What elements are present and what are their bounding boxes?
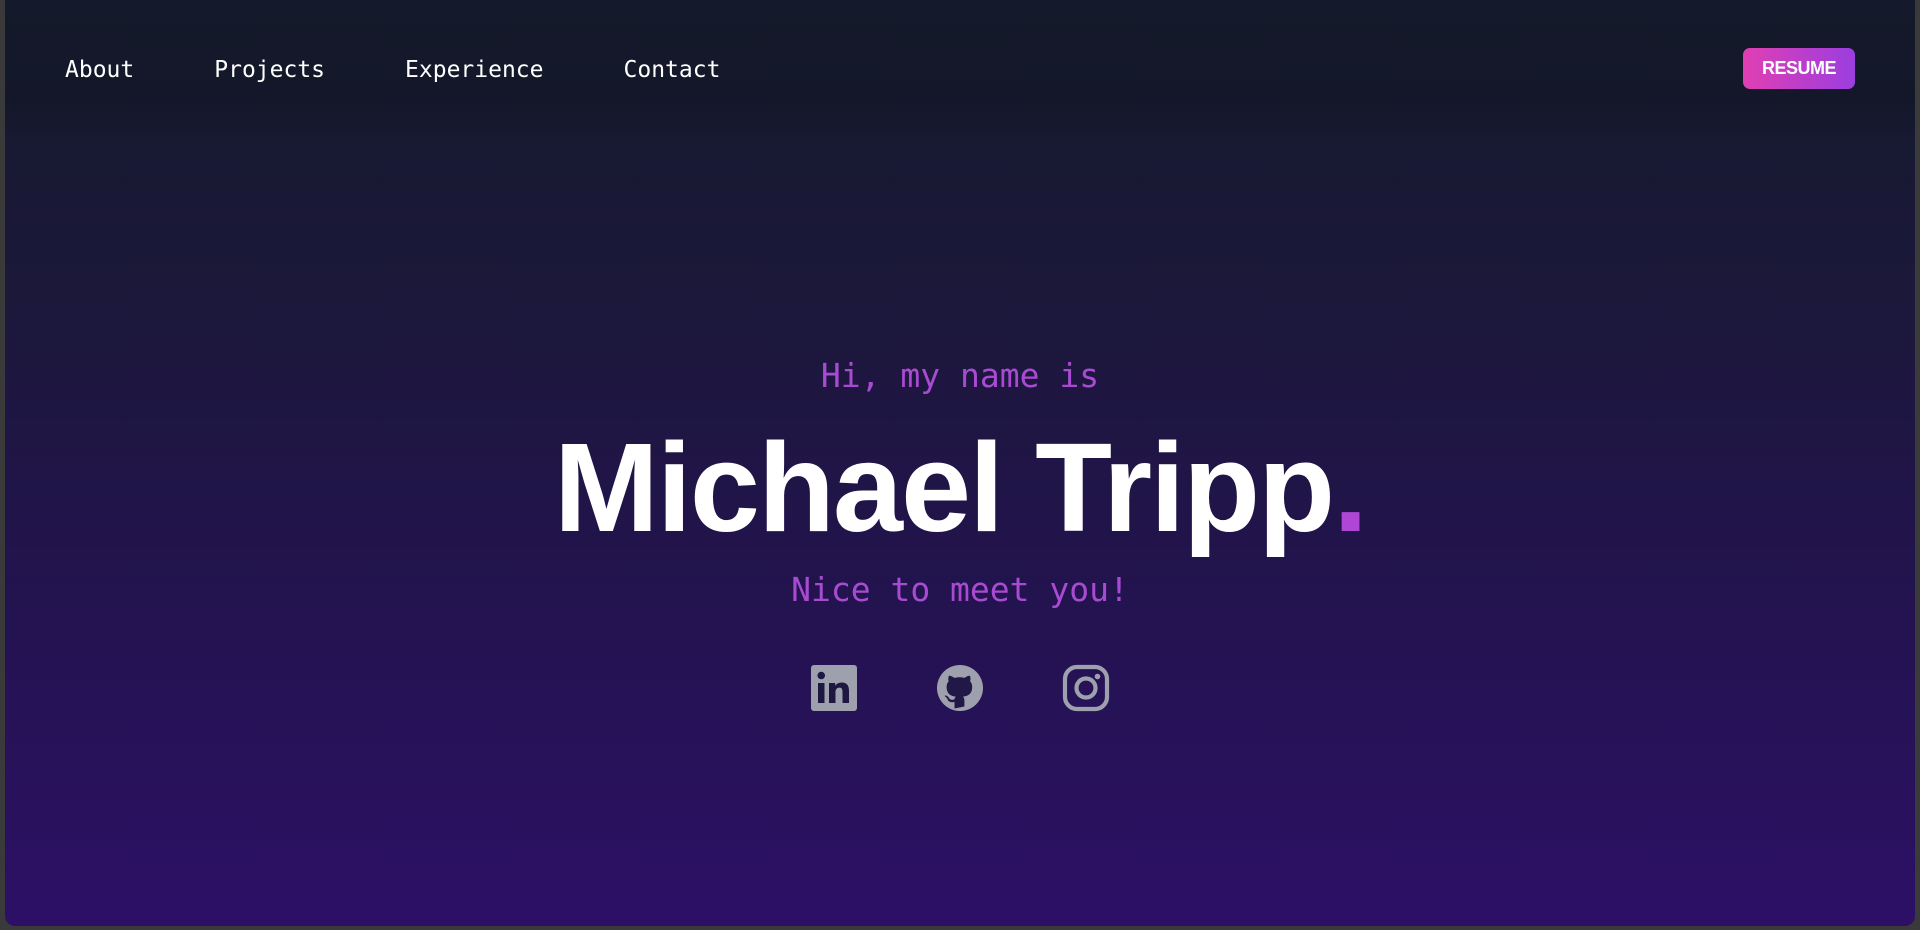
github-icon bbox=[937, 665, 983, 711]
hero-section: Hi, my name is Michael Tripp. Nice to me… bbox=[5, 0, 1915, 926]
linkedin-icon bbox=[811, 665, 857, 711]
hero-name: Michael Tripp. bbox=[5, 418, 1915, 558]
instagram-link[interactable] bbox=[1062, 664, 1110, 712]
github-link[interactable] bbox=[936, 664, 984, 712]
hero-tagline: Nice to meet you! bbox=[791, 570, 1129, 609]
linkedin-link[interactable] bbox=[810, 664, 858, 712]
social-links bbox=[5, 664, 1915, 712]
hero-name-text: Michael Tripp bbox=[553, 417, 1335, 558]
hero-greeting: Hi, my name is bbox=[820, 356, 1100, 395]
hero-name-dot: . bbox=[1333, 417, 1368, 558]
instagram-icon bbox=[1062, 664, 1110, 712]
page-frame: About Projects Experience Contact RESUME… bbox=[5, 0, 1915, 926]
